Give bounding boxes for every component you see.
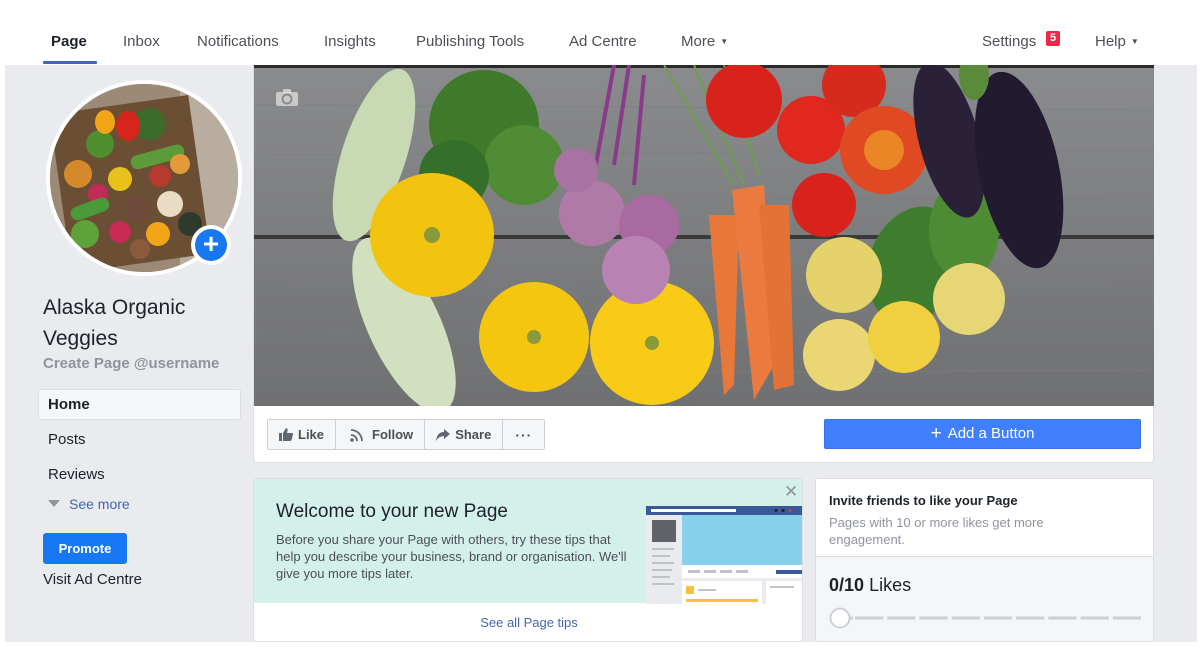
thumbs-up-icon [279, 428, 293, 441]
progress-marker [829, 607, 851, 629]
share-label: Share [455, 427, 492, 442]
plus-icon: + [195, 229, 227, 261]
likes-count-value: 0/10 [829, 575, 865, 595]
more-options-button[interactable]: ··· [503, 420, 544, 449]
likes-progress-section: 0/10 Likes [816, 556, 1153, 641]
tab-help[interactable]: Help ▼ [1095, 33, 1139, 50]
progress-segment [1080, 616, 1109, 620]
follow-label: Follow [372, 427, 414, 442]
tab-ad-centre[interactable]: Ad Centre [569, 33, 637, 50]
progress-segment [983, 616, 1013, 620]
invite-friends-card: Invite friends to like your Page Pages w… [815, 478, 1154, 642]
create-username-link[interactable]: Create Page @username [43, 355, 219, 372]
likes-count: 0/10 Likes [829, 575, 911, 596]
vegetables-cover-image [254, 65, 1154, 406]
visit-ad-centre-link[interactable]: Visit Ad Centre [43, 571, 142, 588]
likes-count-label: Likes [869, 575, 912, 595]
settings-notification-badge: 5 [1046, 31, 1060, 46]
share-arrow-icon [436, 428, 451, 441]
see-more-label: See more [69, 496, 130, 512]
see-all-page-tips-link[interactable]: See all Page tips [254, 603, 802, 641]
tab-settings[interactable]: Settings [982, 33, 1036, 50]
follow-button[interactable]: Follow [336, 420, 426, 449]
add-a-button-label: Add a Button [947, 425, 1035, 442]
progress-segment [1112, 616, 1141, 620]
add-a-button-button[interactable]: + Add a Button [824, 419, 1141, 449]
close-icon[interactable]: ✕ [784, 483, 798, 500]
welcome-title: Welcome to your new Page [276, 501, 508, 522]
promote-button[interactable]: Promote [43, 533, 127, 564]
see-more-link[interactable]: See more [48, 496, 130, 512]
update-profile-picture-button[interactable]: + [191, 225, 231, 265]
triangle-down-icon [48, 500, 60, 507]
like-label: Like [298, 427, 325, 442]
ellipsis-icon: ··· [515, 426, 533, 443]
caret-down-icon: ▼ [720, 37, 729, 46]
sidebar-item-reviews[interactable]: Reviews [38, 459, 241, 490]
like-button[interactable]: Like [268, 420, 337, 449]
caret-down-icon: ▼ [1130, 37, 1139, 46]
progress-segment [1016, 616, 1045, 620]
rss-feed-icon [350, 428, 363, 442]
tab-inbox[interactable]: Inbox [123, 33, 160, 50]
cover-photo[interactable] [254, 65, 1154, 406]
likes-progress-track [829, 607, 1141, 629]
share-button[interactable]: Share [425, 420, 504, 449]
progress-segment [887, 616, 916, 620]
page-title: Alaska Organic Veggies [43, 296, 186, 350]
progress-segment [951, 616, 980, 620]
active-tab-indicator [43, 61, 97, 64]
tab-more[interactable]: More ▼ [681, 33, 728, 50]
progress-segment [855, 616, 884, 620]
tab-help-label: Help [1095, 33, 1126, 50]
cover-card: Like Follow Share ··· + Add a Button [253, 65, 1154, 463]
welcome-description: Before you share your Page with others, … [276, 532, 627, 581]
plus-icon: + [930, 423, 942, 444]
welcome-banner: Welcome to your new Page Before you shar… [254, 479, 802, 604]
tab-page[interactable]: Page [51, 33, 87, 50]
page-mockup-illustration [646, 506, 802, 604]
tab-more-label: More [681, 33, 716, 50]
welcome-card: Welcome to your new Page Before you shar… [253, 478, 803, 642]
page-top-navigation: Page Inbox Notifications Insights Publis… [0, 0, 1200, 65]
progress-segment [919, 616, 948, 620]
camera-icon[interactable] [276, 89, 298, 106]
invite-subtitle: Pages with 10 or more likes get more eng… [829, 515, 1044, 547]
sidebar-item-home[interactable]: Home [38, 389, 241, 420]
tab-notifications[interactable]: Notifications [197, 33, 279, 50]
likes-progress-bar [829, 607, 1144, 629]
page-action-bar: Like Follow Share ··· [267, 419, 546, 450]
progress-segment [1048, 616, 1077, 620]
tab-publishing-tools[interactable]: Publishing Tools [416, 33, 524, 50]
tab-insights[interactable]: Insights [324, 33, 376, 50]
sidebar-item-posts[interactable]: Posts [38, 424, 241, 455]
invite-title: Invite friends to like your Page [829, 493, 1018, 508]
